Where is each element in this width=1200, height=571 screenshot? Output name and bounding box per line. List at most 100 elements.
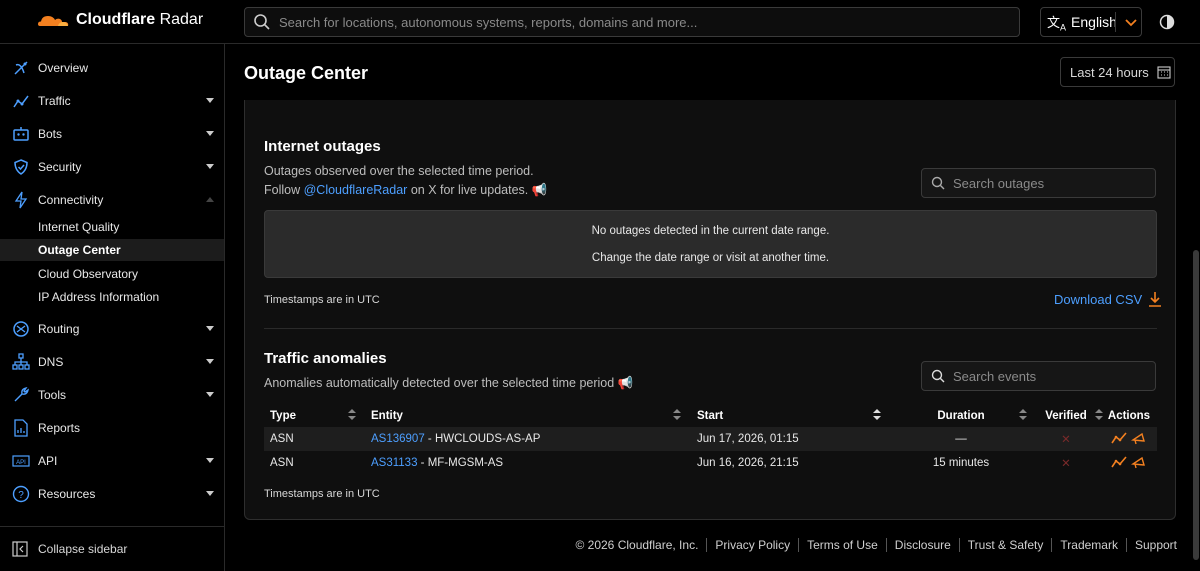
sidebar-item-api[interactable]: API API [0, 448, 224, 474]
sidebar-subitem-outage-center[interactable]: Outage Center [0, 239, 224, 261]
theme-toggle-icon[interactable] [1159, 14, 1175, 30]
sidebar-item-bots[interactable]: Bots [0, 121, 224, 147]
sidebar-item-label: Bots [38, 127, 63, 141]
search-placeholder: Search for locations, autonomous systems… [279, 14, 698, 30]
column-header-start[interactable]: Start [691, 405, 891, 427]
sidebar-subitem-cloud-observatory[interactable]: Cloud Observatory [0, 263, 224, 285]
collapse-sidebar-label: Collapse sidebar [38, 542, 128, 556]
translate-icon: 文A [1047, 14, 1067, 33]
sidebar-item-overview[interactable]: Overview [0, 55, 224, 81]
asn-link[interactable]: AS31133 [371, 457, 417, 469]
cell-actions [1101, 451, 1157, 475]
column-header-type[interactable]: Type [264, 405, 365, 427]
footer-privacy-policy-link[interactable]: Privacy Policy [706, 538, 798, 552]
asn-name: - HWCLOUDS-AS-AP [427, 433, 541, 445]
column-header-entity[interactable]: Entity [365, 405, 691, 427]
sidebar-item-reports[interactable]: Reports [0, 415, 224, 441]
api-icon: API [12, 452, 30, 470]
search-icon [254, 14, 270, 30]
cell-type: ASN [270, 457, 294, 469]
sort-icon[interactable] [348, 409, 356, 423]
footer-trust-safety-link[interactable]: Trust & Safety [958, 538, 1052, 552]
caret-down-icon [206, 98, 214, 103]
sidebar-item-traffic[interactable]: Traffic [0, 88, 224, 114]
footer-support-link[interactable]: Support [1125, 538, 1185, 552]
language-select[interactable]: 文A English [1040, 7, 1142, 37]
sort-icon[interactable] [673, 409, 681, 423]
sidebar: Overview Traffic Bots Security Connectiv… [0, 44, 225, 571]
megaphone-action-icon[interactable] [1130, 431, 1147, 445]
question-circle-icon: ? [12, 485, 30, 503]
table-row: ASN AS31133 - MF-MGSM-AS Jun 16, 2026, 2… [264, 451, 1157, 475]
main-content: Outage Center Last 24 hours Internet out… [226, 44, 1200, 571]
traffic-anomalies-description: Anomalies automatically detected over th… [264, 374, 633, 393]
footer-copyright: © 2026 Cloudflare, Inc. [575, 538, 699, 552]
outages-desc-follow: Follow [264, 183, 301, 197]
traffic-anomalies-title: Traffic anomalies [264, 350, 387, 367]
outages-timestamps-note: Timestamps are in UTC [264, 294, 380, 306]
megaphone-action-icon[interactable] [1130, 455, 1147, 469]
sidebar-item-label: DNS [38, 355, 64, 369]
column-header-verified[interactable]: Verified [1031, 405, 1103, 427]
sidebar-item-label: Connectivity [38, 193, 104, 207]
download-icon [1149, 292, 1162, 307]
cloudflare-radar-x-link[interactable]: @CloudflareRadar [304, 183, 408, 197]
search-events-input[interactable]: Search events [921, 361, 1156, 391]
view-traffic-chart-icon[interactable] [1111, 455, 1127, 469]
page-title: Outage Center [244, 63, 369, 83]
caret-down-icon [206, 458, 214, 463]
megaphone-icon: 📢 [617, 376, 634, 390]
not-verified-x-icon: ✕ [1061, 434, 1071, 446]
lightning-icon [12, 191, 30, 209]
view-traffic-chart-icon[interactable] [1111, 431, 1127, 445]
cell-type: ASN [264, 427, 365, 451]
caret-down-icon [206, 131, 214, 136]
dns-tree-icon [12, 353, 30, 371]
download-csv-label: Download CSV [1054, 291, 1143, 307]
collapse-sidebar-button[interactable]: Collapse sidebar [0, 526, 224, 571]
asn-name: - MF-MGSM-AS [420, 457, 504, 469]
date-range-picker[interactable]: Last 24 hours [1060, 57, 1175, 87]
sidebar-item-routing[interactable]: Routing [0, 316, 224, 342]
footer-trademark-link[interactable]: Trademark [1051, 538, 1126, 552]
chevron-down-icon [1125, 19, 1137, 27]
section-divider [264, 328, 1157, 329]
brand-name: Cloudflare Radar [76, 11, 204, 28]
global-search-input[interactable]: Search for locations, autonomous systems… [244, 7, 1020, 37]
cell-entity: AS31133 - MF-MGSM-AS [365, 451, 691, 475]
sort-icon[interactable] [1019, 409, 1027, 423]
search-outages-input[interactable]: Search outages [921, 168, 1156, 198]
anomalies-timestamps-note: Timestamps are in UTC [264, 488, 380, 500]
search-outages-placeholder: Search outages [953, 175, 1045, 191]
cloudflare-logo[interactable]: Cloudflare Radar [36, 11, 203, 29]
download-csv-button[interactable]: Download CSV [1054, 291, 1162, 307]
sidebar-item-security[interactable]: Security [0, 154, 224, 180]
footer-terms-link[interactable]: Terms of Use [798, 538, 886, 552]
language-selected: English [1071, 14, 1117, 30]
cell-verified: ✕ [1031, 451, 1101, 475]
asn-link[interactable]: AS136907 [371, 433, 425, 445]
sidebar-item-connectivity[interactable]: Connectivity [0, 187, 224, 213]
footer-links: © 2026 Cloudflare, Inc. Privacy Policy T… [567, 538, 1185, 552]
sidebar-item-label: Resources [38, 487, 96, 501]
footer-disclosure-link[interactable]: Disclosure [885, 538, 959, 552]
shield-icon [12, 158, 30, 176]
sidebar-subitem-ip-address-information[interactable]: IP Address Information [0, 286, 224, 308]
outages-desc-line: Outages observed over the selected time … [264, 164, 534, 178]
page-scrollbar[interactable] [1193, 250, 1199, 560]
sidebar-item-tools[interactable]: Tools [0, 382, 224, 408]
sidebar-subitem-internet-quality[interactable]: Internet Quality [0, 216, 224, 238]
sidebar-item-label: Tools [38, 388, 67, 402]
caret-down-icon [206, 359, 214, 364]
cell-duration: — [891, 427, 1031, 451]
sidebar-item-resources[interactable]: ? Resources [0, 481, 224, 507]
sidebar-item-label: Overview [38, 61, 89, 75]
wrench-icon [12, 386, 30, 404]
sort-icon[interactable] [873, 409, 881, 423]
report-chart-icon [12, 419, 30, 437]
cell-entity: AS136907 - HWCLOUDS-AS-AP [365, 427, 691, 451]
sidebar-item-dns[interactable]: DNS [0, 349, 224, 375]
calendar-icon [1157, 66, 1171, 79]
satellite-dish-icon [12, 59, 30, 77]
column-header-duration[interactable]: Duration [891, 405, 1031, 427]
